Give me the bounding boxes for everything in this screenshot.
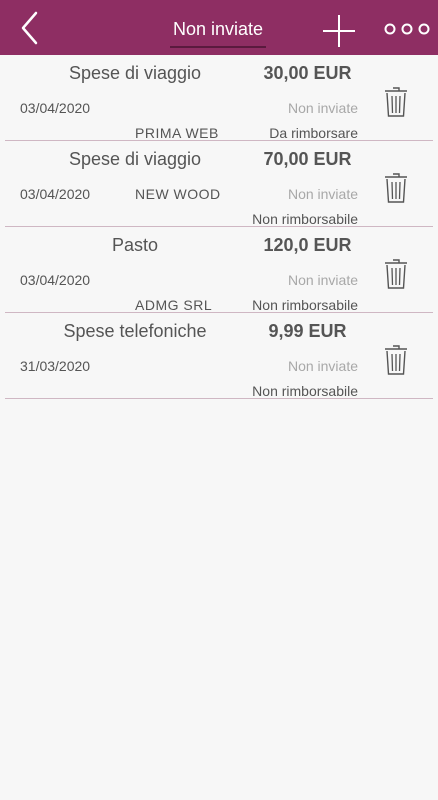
expense-item[interactable]: Pasto 120,0 EUR 03/04/2020 Non inviate A… [5,227,433,313]
expense-status: Non inviate [287,358,358,374]
expense-item[interactable]: Spese di viaggio 30,00 EUR 03/04/2020 No… [5,55,433,141]
plus-icon [323,15,355,47]
expense-status: Non inviate [287,186,358,202]
trash-icon [385,173,407,203]
expense-amount: 120,0 EUR [263,235,352,255]
expense-date: 31/03/2020 [20,358,91,374]
delete-button[interactable] [384,344,408,376]
top-app-bar: Non inviate [0,0,438,55]
expense-status: Non inviate [287,272,358,288]
expense-date: 03/04/2020 [20,100,91,116]
expense-item[interactable]: Spese telefoniche 9,99 EUR 31/03/2020 No… [5,313,433,399]
expense-amount: 9,99 EUR [268,321,347,341]
expense-amount: 70,00 EUR [263,149,352,169]
trash-icon [385,87,407,117]
more-options-icon [384,23,430,35]
expense-amount: 30,00 EUR [263,63,352,83]
expense-company: NEW WOOD [135,186,221,202]
expense-item[interactable]: Spese di viaggio 70,00 EUR 03/04/2020 NE… [5,141,433,227]
delete-button[interactable] [384,258,408,290]
page-title: Non inviate [172,19,264,39]
expense-refund-status: Non rimborsabile [252,211,358,227]
back-button[interactable] [14,10,48,46]
expense-date: 03/04/2020 [20,186,91,202]
trash-icon [385,345,407,375]
expense-list: Spese di viaggio 30,00 EUR 03/04/2020 No… [0,55,438,399]
expense-name: Spese di viaggio [68,149,202,169]
expense-date: 03/04/2020 [20,272,91,288]
expense-company: ADMG SRL [135,297,213,313]
more-options-button[interactable] [384,20,430,38]
delete-button[interactable] [384,172,408,204]
expense-status: Non inviate [287,100,358,116]
add-expense-button[interactable] [320,12,358,50]
expense-refund-status: Non rimborsabile [252,297,358,313]
trash-icon [385,259,407,289]
expense-name: Spese di viaggio [68,63,202,83]
expense-refund-status: Non rimborsabile [252,383,358,399]
title-tab[interactable]: Non inviate [164,14,272,48]
expense-company: PRIMA WEB [135,125,219,141]
expense-name: Pasto [111,235,159,255]
title-underline [170,46,266,48]
expense-refund-status: Da rimborsare [269,125,358,141]
chevron-left-icon [21,11,38,45]
delete-button[interactable] [384,86,408,118]
expense-name: Spese telefoniche [63,321,207,341]
